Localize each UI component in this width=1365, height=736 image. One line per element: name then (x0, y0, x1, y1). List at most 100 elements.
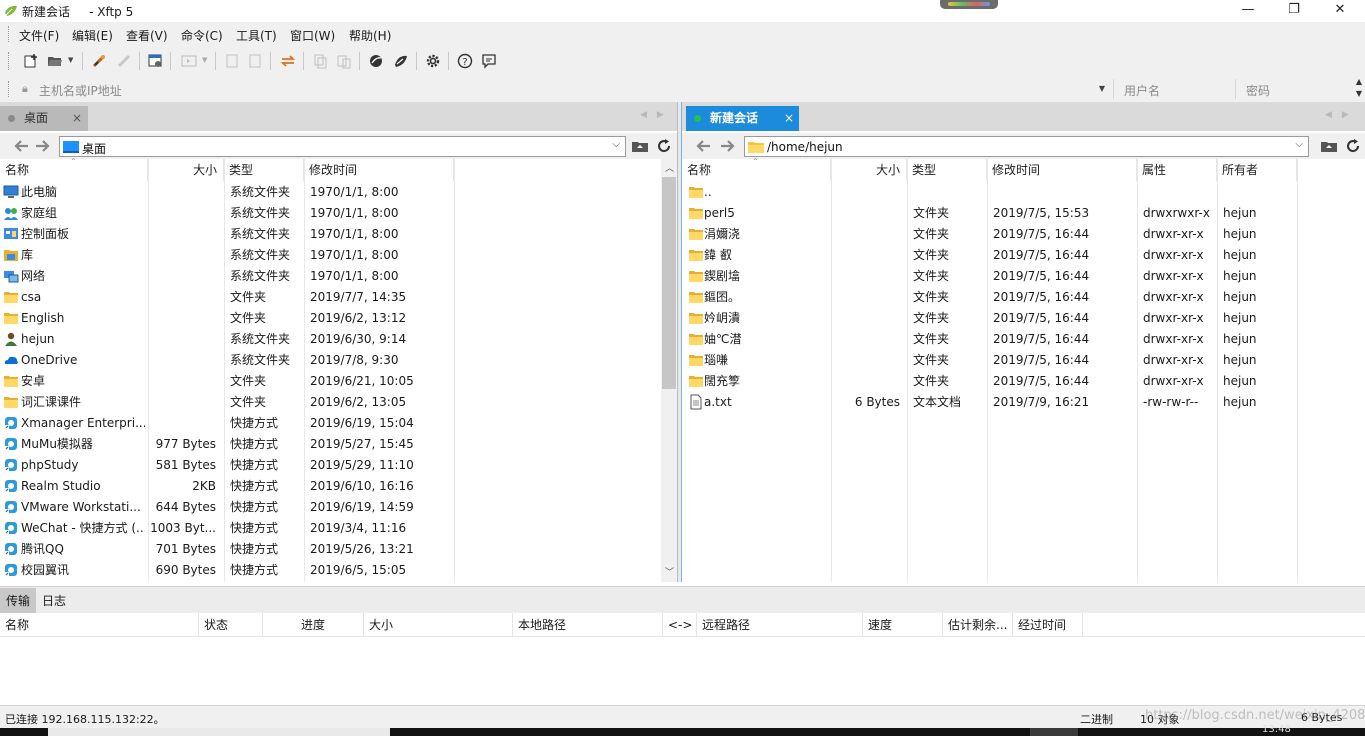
host-dropdown-icon[interactable]: ▼ (1099, 84, 1105, 93)
file-row[interactable]: WeChat - 快捷方式 (... 1003 Byt... 快捷方式 2019/3/… (0, 518, 660, 539)
taskbar-search-box[interactable] (48, 728, 390, 736)
tcol-elapsed[interactable]: 经过时间 (1013, 613, 1083, 637)
file-row[interactable]: csa 文件夹 2019/7/7, 14:35 (0, 287, 660, 308)
tab-new-session[interactable]: 新建会话 × (686, 106, 799, 131)
remote-path-input[interactable]: /home/hejun ⌵ (744, 136, 1309, 157)
tcol-status[interactable]: 状态 (199, 613, 263, 637)
col-owner[interactable]: 所有者 (1217, 159, 1297, 181)
sync-button[interactable] (279, 52, 297, 70)
tab-log[interactable]: 日志 (36, 588, 72, 614)
scroll-up-icon[interactable]: ︿ (665, 161, 674, 174)
tab-scroll-arrows[interactable]: ◀▶ (640, 110, 674, 120)
file-row[interactable]: perl5 文件夹 2019/7/5, 15:53 drwxrwxr-x hejun (682, 203, 1365, 224)
file-row[interactable]: 安卓 文件夹 2019/6/21, 10:05 (0, 371, 660, 392)
paste-button[interactable] (335, 52, 353, 70)
refresh-icon[interactable] (1344, 137, 1362, 155)
address-scroll-arrows[interactable]: ▲ ▼ (1353, 76, 1365, 102)
file-row[interactable]: hejun 系统文件夹 2019/6/30, 9:14 (0, 329, 660, 350)
file-row[interactable]: English 文件夹 2019/6/2, 13:12 (0, 308, 660, 329)
menu-edit[interactable]: 编辑(E) (72, 27, 113, 44)
copy-button[interactable] (311, 52, 329, 70)
terminal-button[interactable] (180, 52, 198, 70)
tcol-progress[interactable]: 进度 (263, 613, 364, 637)
tab-close-icon[interactable]: × (784, 106, 794, 130)
options-button[interactable] (424, 52, 442, 70)
taskbar-active-app[interactable] (1030, 728, 1078, 736)
open-session-button[interactable] (46, 52, 64, 70)
file-row[interactable]: Realm Studio 2KB 快捷方式 2019/6/10, 16:16 (0, 476, 660, 497)
forward-arrow-icon[interactable] (719, 137, 737, 155)
file-row[interactable]: 瑙嗛 文件夹 2019/7/5, 16:44 drwxr-xr-x hejun (682, 350, 1365, 371)
file-row[interactable]: 妯℃澘 文件夹 2019/7/5, 16:44 drwxr-xr-x hejun (682, 329, 1365, 350)
col-type[interactable]: 类型 (224, 159, 304, 181)
menu-tools[interactable]: 工具(T) (236, 27, 277, 44)
maximize-button[interactable]: ❐ (1271, 0, 1317, 22)
new-session-button[interactable] (22, 52, 40, 70)
tcol-local-path[interactable]: 本地路径 (513, 613, 663, 637)
file-row[interactable]: Xmanager Enterpri... 快捷方式 2019/6/19, 15:04 (0, 413, 660, 434)
file-row[interactable]: 鍏 叡 文件夹 2019/7/5, 16:44 drwxr-xr-x hejun (682, 245, 1365, 266)
path-dropdown-icon[interactable]: ⌵ (1295, 139, 1303, 150)
col-size[interactable]: 大小 (148, 159, 224, 181)
file-row[interactable]: 腾讯QQ 701 Bytes 快捷方式 2019/5/26, 13:21 (0, 539, 660, 560)
parent-folder-icon[interactable] (631, 137, 649, 155)
menubar-grip[interactable] (8, 26, 11, 42)
file-row[interactable]: 涓嬭浇 文件夹 2019/7/5, 16:44 drwxr-xr-x hejun (682, 224, 1365, 245)
menu-help[interactable]: 帮助(H) (349, 27, 391, 44)
menu-file[interactable]: 文件(F) (19, 27, 59, 44)
scroll-thumb[interactable] (662, 177, 676, 389)
back-arrow-icon[interactable] (12, 137, 30, 155)
file-row[interactable]: 此电脑 系统文件夹 1970/1/1, 8:00 (0, 182, 660, 203)
tcol-remote-path[interactable]: 远程路径 (697, 613, 863, 637)
tab-scroll-arrows[interactable]: ◀▶ (1325, 110, 1359, 120)
col-type[interactable]: 类型 (907, 159, 987, 181)
parent-folder-icon[interactable] (1320, 137, 1338, 155)
file-row[interactable]: a.txt 6 Bytes 文本文档 2019/7/9, 16:21 -rw-rw-r-… (682, 392, 1365, 413)
local-path-input[interactable]: 桌面 ⌵ (59, 136, 626, 157)
minimize-button[interactable]: — (1225, 0, 1271, 22)
file-row[interactable]: 妗岄潰 文件夹 2019/7/5, 16:44 drwxr-xr-x hejun (682, 308, 1365, 329)
file-row[interactable]: VMware Workstati... 644 Bytes 快捷方式 2019/6/1… (0, 497, 660, 518)
back-arrow-icon[interactable] (694, 137, 712, 155)
col-attributes[interactable]: 属性 (1137, 159, 1217, 181)
addressbar-grip[interactable] (8, 81, 11, 97)
col-size[interactable]: 大小 (831, 159, 907, 181)
toolbar-grip[interactable] (8, 52, 11, 70)
tcol-eta[interactable]: 估计剩余... (943, 613, 1013, 637)
tcol-size[interactable]: 大小 (364, 613, 513, 637)
file-row[interactable]: 网络 系统文件夹 1970/1/1, 8:00 (0, 266, 660, 287)
tcol-name[interactable]: 名称 (0, 613, 199, 637)
menu-view[interactable]: 查看(V) (126, 27, 168, 44)
tcol-speed[interactable]: 速度 (863, 613, 943, 637)
password-input[interactable]: 密码 (1238, 79, 1354, 99)
xftp-button[interactable] (392, 52, 410, 70)
local-scrollbar[interactable]: ︿ ﹀ (661, 159, 677, 582)
forward-arrow-icon[interactable] (34, 137, 52, 155)
tab-desktop[interactable]: 桌面 × (0, 106, 88, 131)
file-row[interactable]: OneDrive 系统文件夹 2019/7/8, 9:30 (0, 350, 660, 371)
file-row[interactable]: 鍥剧墖 文件夹 2019/7/5, 16:44 drwxr-xr-x hejun (682, 266, 1365, 287)
xshell-button[interactable] (367, 52, 385, 70)
file-row[interactable]: 鏂囨。 文件夹 2019/7/5, 16:44 drwxr-xr-x hejun (682, 287, 1365, 308)
file-row[interactable]: 库 系统文件夹 1970/1/1, 8:00 (0, 245, 660, 266)
file-row[interactable]: 控制面板 系统文件夹 1970/1/1, 8:00 (0, 224, 660, 245)
username-input[interactable]: 用户名 (1116, 79, 1236, 99)
tab-close-icon[interactable]: × (72, 106, 82, 130)
tcol-direction[interactable]: <-> (663, 613, 697, 637)
disconnect-button[interactable] (115, 52, 133, 70)
open-dropdown-icon[interactable]: ▼ (68, 56, 73, 64)
file-row[interactable]: 词汇课课件 文件夹 2019/6/2, 13:05 (0, 392, 660, 413)
host-input[interactable]: 🔒︎ 主机名或IP地址 ▼ (14, 79, 1114, 99)
feedback-button[interactable] (480, 52, 498, 70)
col-modified[interactable]: 修改时间 (987, 159, 1137, 181)
terminal-dropdown-icon[interactable]: ▼ (202, 56, 207, 64)
menu-command[interactable]: 命令(C) (181, 27, 223, 44)
download-button[interactable] (246, 52, 264, 70)
refresh-icon[interactable] (655, 137, 673, 155)
properties-button[interactable] (146, 52, 164, 70)
file-row[interactable]: 闊充箰 文件夹 2019/7/5, 16:44 drwxr-xr-x hejun (682, 371, 1365, 392)
file-row[interactable]: .. (682, 182, 1365, 203)
tab-transfer[interactable]: 传输 (0, 588, 37, 614)
path-dropdown-icon[interactable]: ⌵ (612, 139, 620, 150)
menu-window[interactable]: 窗口(W) (290, 27, 335, 44)
